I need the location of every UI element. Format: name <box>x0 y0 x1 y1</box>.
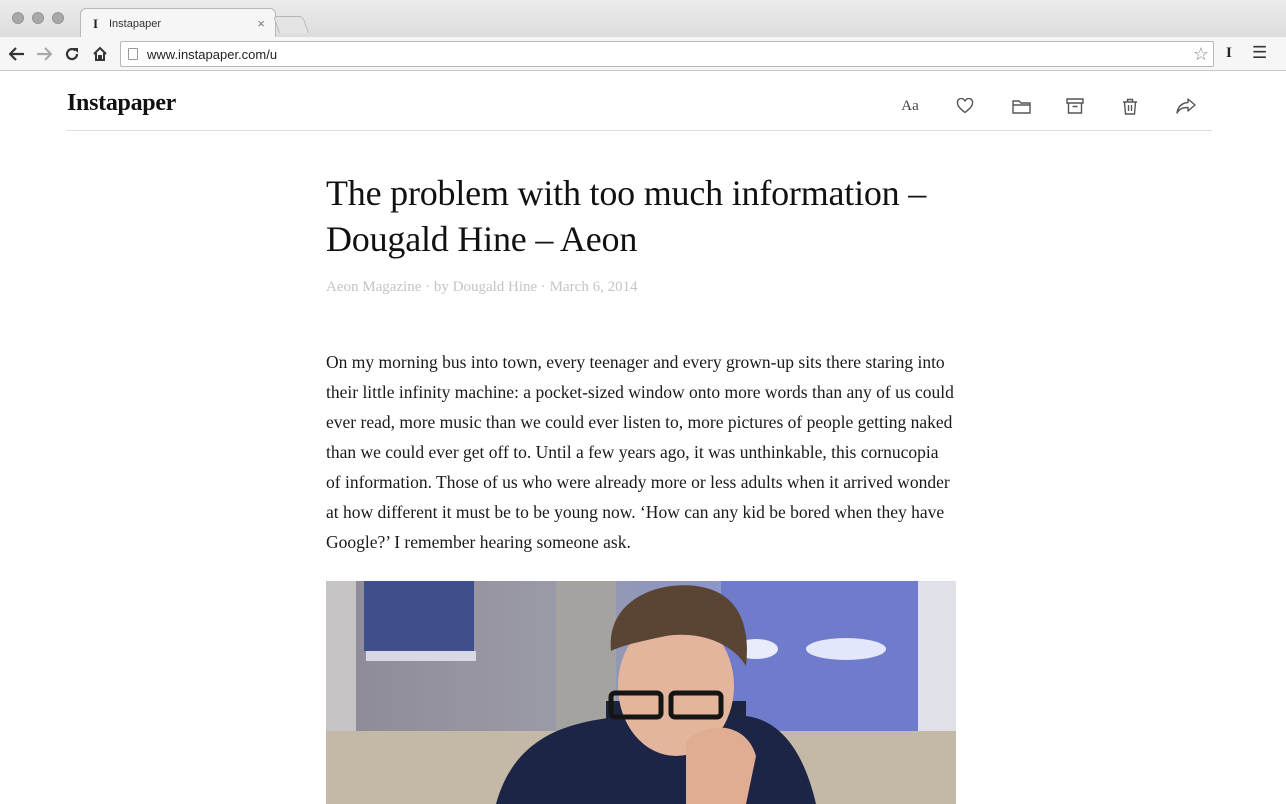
forward-arrow-icon[interactable] <box>33 42 55 66</box>
home-icon[interactable] <box>89 42 111 66</box>
browser-toolbar: www.instapaper.com/u ☆ I ☰ <box>0 37 1286 71</box>
archive-button[interactable] <box>1063 94 1087 118</box>
star-icon[interactable]: ☆ <box>1193 44 1209 64</box>
instapaper-logo[interactable]: Instapaper <box>67 90 176 117</box>
article-paragraph: On my morning bus into town, every teena… <box>326 352 954 552</box>
hamburger-menu-icon[interactable]: ☰ <box>1252 43 1267 63</box>
new-tab-button[interactable] <box>272 16 310 33</box>
instapaper-extension-icon[interactable]: I <box>1226 45 1232 62</box>
page-icon <box>128 48 138 60</box>
text-settings-button[interactable]: Aa <box>898 94 922 118</box>
address-bar[interactable]: www.instapaper.com/u ☆ <box>120 41 1214 67</box>
browser-tab[interactable]: I Instapaper × <box>80 8 276 38</box>
tab-title: Instapaper <box>109 17 161 30</box>
zoom-window-button[interactable] <box>52 12 64 24</box>
article-meta: Aeon Magazine · by Dougald Hine · March … <box>326 279 638 295</box>
instapaper-favicon-icon: I <box>93 15 99 31</box>
minimize-window-button[interactable] <box>32 12 44 24</box>
article: The problem with too much information – … <box>326 170 956 557</box>
close-window-button[interactable] <box>12 12 24 24</box>
archive-box-icon <box>1066 98 1084 114</box>
site-header: Instapaper Aa <box>67 72 1212 131</box>
folder-icon <box>1011 99 1031 114</box>
font-size-icon: Aa <box>901 97 919 114</box>
move-to-folder-button[interactable] <box>1009 94 1033 118</box>
url-text[interactable]: www.instapaper.com/u <box>147 47 277 62</box>
tab-strip: I Instapaper × <box>0 0 1286 38</box>
close-tab-icon[interactable]: × <box>257 16 265 31</box>
article-photo <box>326 581 956 804</box>
heart-icon <box>956 98 974 114</box>
back-arrow-icon[interactable] <box>6 42 28 66</box>
like-button[interactable] <box>953 94 977 118</box>
delete-button[interactable] <box>1118 94 1142 118</box>
article-title: The problem with too much information – … <box>326 173 927 259</box>
trash-icon <box>1123 98 1137 115</box>
share-arrow-icon <box>1176 98 1196 114</box>
reload-icon[interactable] <box>61 42 83 66</box>
share-button[interactable] <box>1174 94 1198 118</box>
